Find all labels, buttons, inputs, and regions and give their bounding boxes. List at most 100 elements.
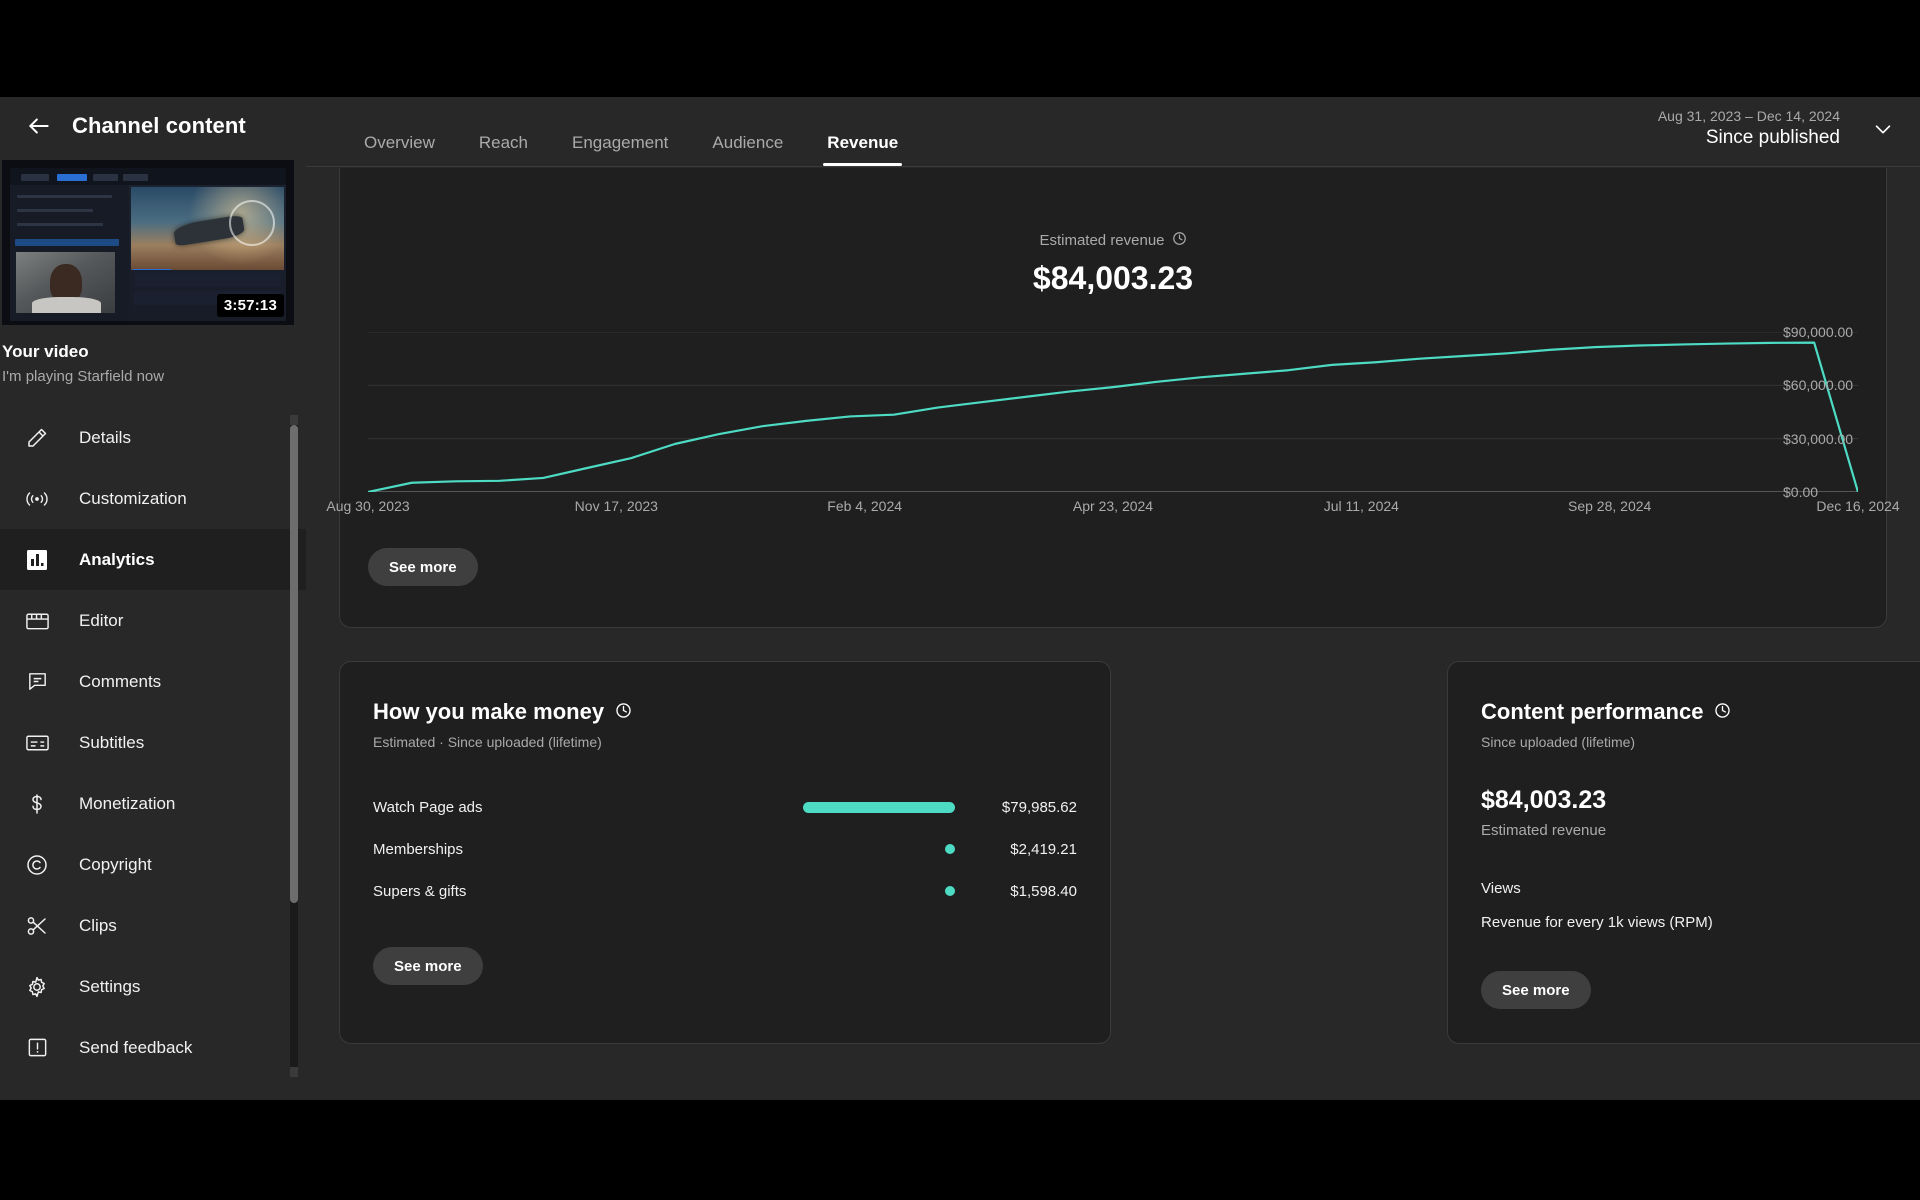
- sidebar-item-label: Details: [79, 428, 131, 448]
- money-row-value: $79,985.62: [969, 799, 1077, 816]
- youtube-studio-app: Channel content: [0, 97, 1920, 1100]
- sidebar-item-label: Send feedback: [79, 1038, 192, 1058]
- revenue-line-chart[interactable]: [368, 332, 1858, 492]
- money-row-label: Watch Page ads: [373, 799, 723, 816]
- sidebar-item-label: Editor: [79, 611, 123, 631]
- chart-x-axis: Aug 30, 2023Nov 17, 2023Feb 4, 2024Apr 2…: [368, 498, 1858, 520]
- sidebar-item-label: Monetization: [79, 794, 175, 814]
- chart-x-tick-label: Feb 4, 2024: [827, 498, 902, 514]
- sidebar-item-comments[interactable]: Comments: [0, 651, 306, 712]
- perf-see-more-button[interactable]: See more: [1481, 971, 1591, 1009]
- sidebar-item-send-feedback[interactable]: Send feedback: [0, 1017, 306, 1078]
- sidebar-item-label: Customization: [79, 489, 187, 509]
- money-row-dot: [945, 844, 955, 854]
- money-row-graphic: [723, 886, 969, 896]
- money-card-subtitle: Estimated · Since uploaded (lifetime): [373, 734, 1077, 750]
- sidebar-item-label: Copyright: [79, 855, 152, 875]
- sidebar-item-analytics[interactable]: Analytics: [0, 529, 306, 590]
- kpi-block: Estimated revenue $84,003.23: [340, 168, 1886, 297]
- sidebar-item-label: Clips: [79, 916, 117, 936]
- sidebar-title: Channel content: [72, 113, 246, 139]
- money-row-graphic: [723, 802, 969, 813]
- scrollbar-down-arrow[interactable]: [290, 1067, 298, 1077]
- chevron-down-icon[interactable]: [1870, 116, 1896, 142]
- chart-series-line: [368, 343, 1858, 492]
- scrollbar-thumb[interactable]: [290, 425, 298, 903]
- video-subtitle: I'm playing Starfield now: [2, 368, 306, 385]
- sidebar-item-label: Subtitles: [79, 733, 144, 753]
- chart-x-tick-label: Apr 23, 2024: [1073, 498, 1153, 514]
- how-you-make-money-card: How you make money Estimated · Since upl…: [339, 661, 1111, 1044]
- money-row-bar: [803, 802, 955, 813]
- money-card-body: How you make money Estimated · Since upl…: [340, 662, 1110, 985]
- sidebar-item-clips[interactable]: Clips: [0, 895, 306, 956]
- left-sidebar: Channel content: [0, 97, 306, 1100]
- date-range-text: Aug 31, 2023 – Dec 14, 2024 Since publis…: [1658, 108, 1840, 149]
- chart-see-more-button[interactable]: See more: [368, 548, 478, 586]
- sidebar-nav: Details Customization Analytics: [0, 407, 306, 1078]
- chart-x-tick-label: Nov 17, 2023: [575, 498, 658, 514]
- kpi-value: $84,003.23: [340, 260, 1886, 297]
- sidebar-item-editor[interactable]: Editor: [0, 590, 306, 651]
- money-row: Memberships $2,419.21: [373, 828, 1077, 870]
- copyright-icon: [16, 850, 58, 880]
- money-row-graphic: [723, 844, 969, 854]
- sidebar-item-label: Settings: [79, 977, 140, 997]
- chart-x-tick-label: Jul 11, 2024: [1324, 498, 1399, 514]
- perf-card-body: Content performance Since uploaded (life…: [1448, 662, 1920, 1009]
- perf-card-title-text: Content performance: [1481, 699, 1703, 725]
- date-range-selector[interactable]: Aug 31, 2023 – Dec 14, 2024 Since publis…: [1658, 108, 1896, 149]
- comment-icon: [16, 667, 58, 697]
- dollar-icon: [16, 789, 58, 819]
- money-row-dot: [945, 886, 955, 896]
- perf-stat-key: Revenue for every 1k views (RPM): [1481, 914, 1713, 931]
- video-title: Your video: [2, 342, 306, 362]
- perf-card-title: Content performance: [1481, 699, 1920, 725]
- analytics-scroll-region[interactable]: Estimated revenue $84,003.23: [306, 168, 1920, 1100]
- perf-headline: $84,003.23 Estimated revenue: [1481, 786, 1920, 839]
- sidebar-item-settings[interactable]: Settings: [0, 956, 306, 1017]
- perf-stat-key: Views: [1481, 880, 1521, 897]
- money-card-title-text: How you make money: [373, 699, 604, 725]
- date-range-preset: Since published: [1658, 127, 1840, 149]
- perf-big-label: Estimated revenue: [1481, 822, 1920, 839]
- video-thumbnail[interactable]: 3:57:13: [2, 160, 294, 325]
- sidebar-item-label: Comments: [79, 672, 161, 692]
- analytics-content: Overview Reach Engagement Audience Reven…: [306, 97, 1920, 1100]
- pencil-icon: [16, 423, 58, 453]
- estimated-revenue-chart-card: Estimated revenue $84,003.23: [339, 168, 1887, 628]
- chart-x-tick-label: Aug 30, 2023: [326, 498, 409, 514]
- back-arrow-icon[interactable]: [18, 105, 60, 147]
- gear-icon: [16, 972, 58, 1002]
- sidebar-item-copyright[interactable]: Copyright: [0, 834, 306, 895]
- kpi-label-text: Estimated revenue: [1039, 232, 1164, 249]
- video-duration-badge: 3:57:13: [217, 294, 284, 317]
- date-range-value: Aug 31, 2023 – Dec 14, 2024: [1658, 108, 1840, 124]
- tab-revenue[interactable]: Revenue: [805, 133, 920, 166]
- sidebar-item-subtitles[interactable]: Subtitles: [0, 712, 306, 773]
- scrollbar-up-arrow[interactable]: [290, 415, 298, 425]
- tab-reach[interactable]: Reach: [457, 133, 550, 166]
- clock-icon: [1172, 231, 1187, 250]
- clapperboard-icon: [16, 606, 58, 636]
- analytics-tabs: Overview Reach Engagement Audience Reven…: [342, 97, 920, 166]
- chart-svg: [368, 332, 1858, 492]
- perf-big-value: $84,003.23: [1481, 786, 1920, 815]
- scissors-icon: [16, 911, 58, 941]
- sidebar-item-customization[interactable]: Customization: [0, 468, 306, 529]
- perf-stat-row: Revenue for every 1k views (RPM) $17.77: [1481, 905, 1920, 939]
- sidebar-item-details[interactable]: Details: [0, 407, 306, 468]
- tab-engagement[interactable]: Engagement: [550, 133, 690, 166]
- analytics-topbar: Overview Reach Engagement Audience Reven…: [306, 97, 1920, 167]
- money-see-more-button[interactable]: See more: [373, 947, 483, 985]
- money-row: Watch Page ads $79,985.62: [373, 786, 1077, 828]
- sidebar-item-monetization[interactable]: Monetization: [0, 773, 306, 834]
- tab-overview[interactable]: Overview: [342, 133, 457, 166]
- tab-audience[interactable]: Audience: [690, 133, 805, 166]
- sidebar-scrollbar[interactable]: [290, 415, 298, 1077]
- chart-y-tick-label: $90,000.00: [1783, 324, 1853, 340]
- subtitles-icon: [16, 728, 58, 758]
- money-row: Supers & gifts $1,598.40: [373, 870, 1077, 912]
- money-rows: Watch Page ads $79,985.62 Memberships: [373, 786, 1077, 912]
- chart-y-tick-label: $0.00: [1783, 484, 1818, 500]
